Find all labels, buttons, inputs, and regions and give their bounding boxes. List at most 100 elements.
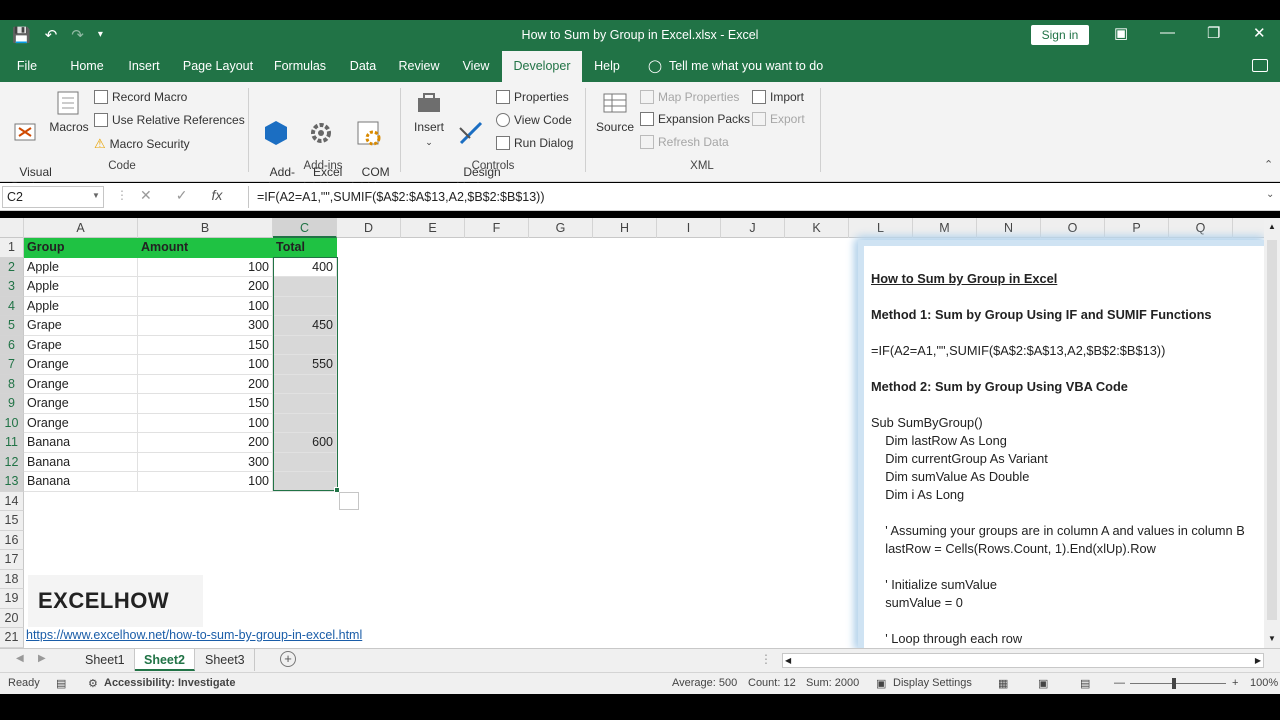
column-header-e[interactable]: E xyxy=(401,218,465,238)
zoom-slider[interactable] xyxy=(1130,683,1226,684)
cell-total[interactable]: 400 xyxy=(273,257,337,277)
minimize-icon[interactable]: — xyxy=(1160,24,1175,41)
row-header-18[interactable]: 18 xyxy=(0,569,24,589)
vertical-scrollbar[interactable]: ▲ ▼ xyxy=(1264,218,1280,648)
prev-sheet-icon[interactable]: ◀ xyxy=(16,653,24,664)
quick-analysis-icon[interactable] xyxy=(339,492,359,510)
column-header-k[interactable]: K xyxy=(785,218,849,238)
column-header-l[interactable]: L xyxy=(849,218,913,238)
ribbon-display-icon[interactable]: ▣ xyxy=(1114,24,1128,42)
select-all-corner[interactable] xyxy=(0,218,24,238)
cell-amount[interactable]: 200 xyxy=(138,433,273,453)
cell-group[interactable]: Banana xyxy=(24,472,138,492)
tab-view[interactable]: View xyxy=(454,51,498,82)
column-header-f[interactable]: F xyxy=(465,218,529,238)
cell-amount[interactable]: 150 xyxy=(138,335,273,355)
zoom-out-icon[interactable]: — xyxy=(1114,677,1125,689)
view-code-button[interactable]: View Code xyxy=(496,113,572,127)
row-header-15[interactable]: 15 xyxy=(0,511,24,531)
row-header-12[interactable]: 12 xyxy=(0,452,24,472)
sheet-tab-sheet2[interactable]: Sheet2 xyxy=(135,649,195,671)
row-header-20[interactable]: 20 xyxy=(0,608,24,628)
macro-security-button[interactable]: ⚠ Macro Security xyxy=(94,136,190,152)
column-header-b[interactable]: B xyxy=(138,218,273,238)
row-header-19[interactable]: 19 xyxy=(0,589,24,609)
header-cell-amount[interactable]: Amount xyxy=(138,238,273,258)
cell-total[interactable] xyxy=(273,277,337,297)
cell-total[interactable]: 450 xyxy=(273,316,337,336)
cell-group[interactable]: Grape xyxy=(24,316,138,336)
column-header-c[interactable]: C xyxy=(273,218,337,238)
zoom-level[interactable]: 100% xyxy=(1250,677,1278,689)
row-header-2[interactable]: 2 xyxy=(0,257,24,277)
tab-data[interactable]: Data xyxy=(342,51,384,82)
name-box-dropdown-icon[interactable]: ▼ xyxy=(92,191,100,200)
normal-view-icon[interactable]: ▦ xyxy=(998,677,1008,690)
cell-group[interactable]: Apple xyxy=(24,257,138,277)
row-header-7[interactable]: 7 xyxy=(0,355,24,375)
insert-function-icon[interactable]: fx xyxy=(211,187,222,204)
row-header-10[interactable]: 10 xyxy=(0,413,24,433)
cell-group[interactable]: Banana xyxy=(24,452,138,472)
row-header-4[interactable]: 4 xyxy=(0,296,24,316)
display-settings-button[interactable]: Display Settings xyxy=(893,677,972,689)
column-header-p[interactable]: P xyxy=(1105,218,1169,238)
expansion-packs-button[interactable]: Expansion Packs xyxy=(640,112,750,126)
column-header-h[interactable]: H xyxy=(593,218,657,238)
column-header-o[interactable]: O xyxy=(1041,218,1105,238)
cell-total[interactable] xyxy=(273,394,337,414)
macro-recording-icon[interactable]: ▤ xyxy=(56,677,66,690)
row-header-21[interactable]: 21 xyxy=(0,628,24,648)
cell-amount[interactable]: 150 xyxy=(138,394,273,414)
cell-total[interactable] xyxy=(273,335,337,355)
cell-total[interactable]: 600 xyxy=(273,433,337,453)
cell-amount[interactable]: 100 xyxy=(138,355,273,375)
page-layout-view-icon[interactable]: ▣ xyxy=(1038,677,1048,690)
worksheet-grid[interactable]: ABCDEFGHIJKLMNOPQ 1 2 3 4 5 6 7 8 9 10 11 12 13 14 15 1… xyxy=(0,218,1264,648)
cell-group[interactable]: Orange xyxy=(24,413,138,433)
column-header-d[interactable]: D xyxy=(337,218,401,238)
cell-group[interactable]: Orange xyxy=(24,355,138,375)
scroll-left-icon[interactable]: ◀ xyxy=(785,656,791,665)
cell-amount[interactable]: 300 xyxy=(138,316,273,336)
add-sheet-icon[interactable]: + xyxy=(280,651,296,667)
header-cell-total[interactable]: Total xyxy=(273,238,337,258)
restore-icon[interactable]: ❐ xyxy=(1207,24,1220,42)
row-header-9[interactable]: 9 xyxy=(0,394,24,414)
record-macro-button[interactable]: Record Macro xyxy=(94,90,187,104)
column-header-a[interactable]: A xyxy=(24,218,138,238)
scroll-down-icon[interactable]: ▼ xyxy=(1268,634,1276,643)
cell-amount[interactable]: 200 xyxy=(138,374,273,394)
row-header-17[interactable]: 17 xyxy=(0,550,24,570)
use-relative-references-button[interactable]: Use Relative References xyxy=(94,113,245,127)
tab-file[interactable]: File xyxy=(8,51,46,82)
row-header-3[interactable]: 3 xyxy=(0,277,24,297)
cell-total[interactable] xyxy=(273,413,337,433)
comments-icon[interactable] xyxy=(1252,59,1268,72)
column-header-q[interactable]: Q xyxy=(1169,218,1233,238)
zoom-slider-thumb[interactable] xyxy=(1172,678,1176,689)
close-icon[interactable]: ✕ xyxy=(1253,24,1266,42)
tab-home[interactable]: Home xyxy=(62,51,112,82)
accessibility-status[interactable]: Accessibility: Investigate xyxy=(104,677,235,689)
cell-group[interactable]: Grape xyxy=(24,335,138,355)
tab-review[interactable]: Review xyxy=(394,51,444,82)
cancel-icon[interactable]: ✕ xyxy=(140,187,152,204)
column-header-m[interactable]: M xyxy=(913,218,977,238)
cell-amount[interactable]: 100 xyxy=(138,257,273,277)
sheet-tab-sheet3[interactable]: Sheet3 xyxy=(196,649,255,671)
column-header-n[interactable]: N xyxy=(977,218,1041,238)
page-break-view-icon[interactable]: ▤ xyxy=(1080,677,1090,690)
cell-total[interactable]: 550 xyxy=(273,355,337,375)
cell-amount[interactable]: 100 xyxy=(138,472,273,492)
row-header-14[interactable]: 14 xyxy=(0,491,24,511)
horizontal-scrollbar[interactable]: ◀ ▶ xyxy=(782,653,1264,668)
expand-formula-bar-icon[interactable]: ⌄ xyxy=(1266,189,1274,200)
scroll-right-icon[interactable]: ▶ xyxy=(1255,656,1261,665)
next-sheet-icon[interactable]: ▶ xyxy=(38,653,46,664)
cell-amount[interactable]: 300 xyxy=(138,452,273,472)
row-header-1[interactable]: 1 xyxy=(0,238,24,258)
tell-me-search[interactable]: ◯ Tell me what you want to do xyxy=(648,51,823,82)
cell-group[interactable]: Banana xyxy=(24,433,138,453)
tutorial-link[interactable]: https://www.excelhow.net/how-to-sum-by-g… xyxy=(26,628,362,642)
